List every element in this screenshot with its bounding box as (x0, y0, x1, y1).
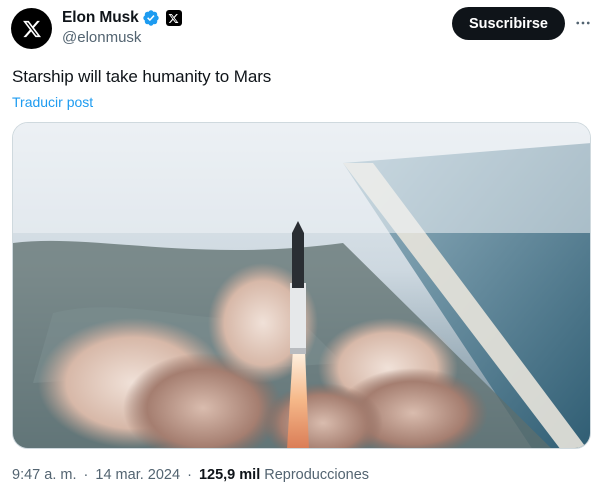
meta-separator: · (83, 467, 89, 483)
post-meta: 9:47 a. m. · 14 mar. 2024 · 125,9 mil Re… (12, 467, 369, 483)
post-media-image[interactable] (12, 122, 591, 449)
author-handle[interactable]: @elonmusk (62, 29, 141, 46)
verified-badge-icon[interactable] (142, 9, 160, 27)
author-name-row: Elon Musk (62, 8, 182, 28)
author-avatar[interactable] (11, 8, 52, 49)
x-logo-icon (22, 20, 41, 37)
subscribe-button[interactable]: Suscribirse (452, 7, 565, 40)
views-count: 125,9 mil (198, 467, 261, 483)
author-display-name[interactable]: Elon Musk (62, 9, 139, 27)
post-time[interactable]: 9:47 a. m. (12, 467, 76, 483)
post-date[interactable]: 14 mar. 2024 (95, 467, 180, 483)
post-text: Starship will take humanity to Mars (12, 67, 272, 86)
more-options-icon[interactable] (573, 13, 593, 33)
translate-post-link[interactable]: Traducir post (12, 94, 93, 110)
x-affiliate-badge-icon[interactable] (165, 10, 182, 26)
meta-separator: · (187, 467, 192, 483)
views-label: Reproducciones (264, 467, 370, 483)
